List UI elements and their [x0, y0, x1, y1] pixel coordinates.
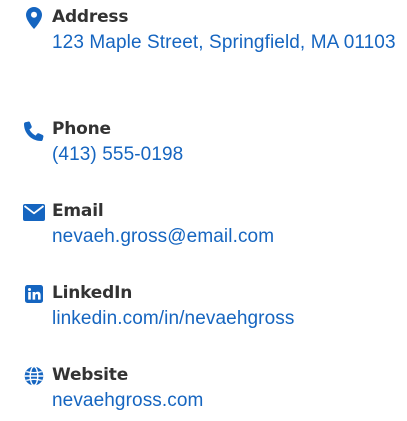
- globe-icon: [22, 364, 46, 388]
- linkedin-icon: [22, 282, 46, 306]
- contact-label-linkedin: LinkedIn: [52, 283, 133, 303]
- map-pin-icon: [22, 6, 46, 30]
- linkedin-value: linkedin.com/in/nevaehgross: [52, 308, 295, 329]
- contact-label-address: Address: [52, 7, 129, 27]
- address-value: 123 Maple Street, Springfield, MA 01103: [52, 32, 396, 53]
- envelope-icon: [22, 200, 46, 224]
- phone-value: (413) 555-0198: [52, 144, 184, 165]
- phone-icon: [22, 119, 46, 143]
- email-value: nevaeh.gross@email.com: [52, 226, 275, 247]
- contact-label-phone: Phone: [52, 119, 111, 139]
- contact-label-website: Website: [52, 365, 129, 385]
- contact-label-email: Email: [52, 201, 104, 221]
- website-value: nevaehgross.com: [52, 390, 204, 411]
